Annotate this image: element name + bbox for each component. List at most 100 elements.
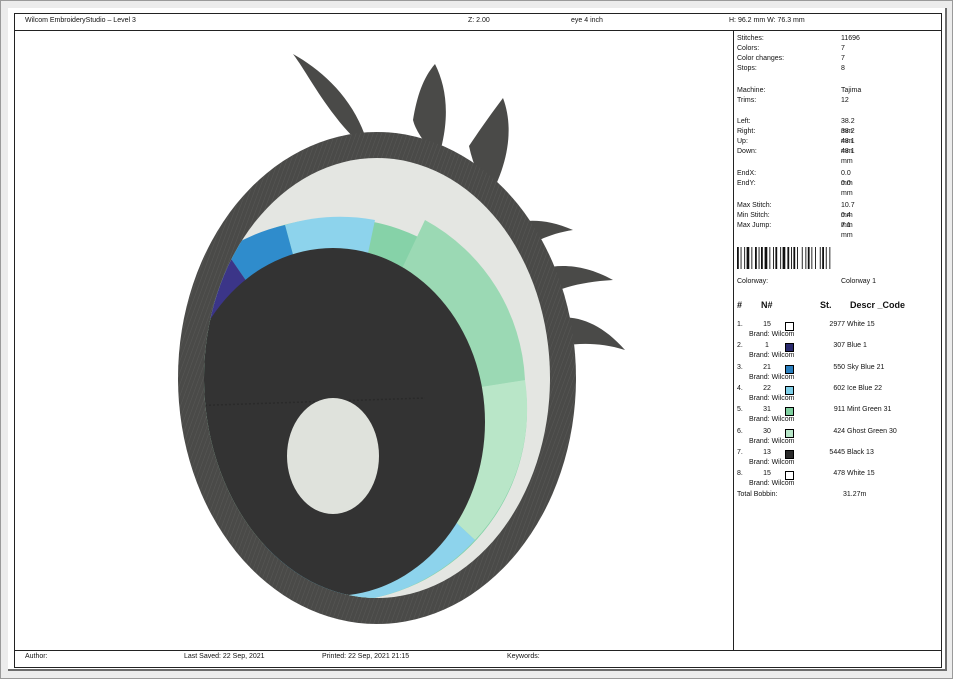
panel-divider [733,31,734,650]
thread-color-swatch [785,364,794,374]
zoom-level: Z: 2.00 [468,17,490,24]
stat-row: Trims: 12 [737,96,849,106]
thread-number: 31 [763,406,771,414]
stat-label: EndX: [737,170,757,177]
thread-row: 8. 15 478 White 15 Brand: Wilcom [737,470,941,491]
stat-row: Min Stitch: 0.4 mm [737,211,853,229]
thread-row: 1. 15 2977 White 15 Brand: Wilcom [737,321,941,342]
thread-brand: Brand: Wilcom [749,458,795,466]
stat-row: Max Stitch: 10.7 mm [737,201,855,219]
thread-stitches: 5445 [829,448,845,456]
stat-label: Up: [737,138,748,145]
thread-index: 8. [737,470,743,478]
stat-row: EndX: 0.0 mm [737,169,853,187]
stat-label: Min Stitch: [737,212,770,219]
last-saved: Last Saved: 22 Sep, 2021 [184,653,265,660]
footer-divider [15,650,941,651]
thread-row: 3. 21 550 Sky Blue 21 Brand: Wilcom [737,364,941,385]
stat-label: Machine: [737,87,766,94]
thread-index: 5. [737,406,743,414]
stat-label: Left: [737,118,751,125]
thread-brand: Brand: Wilcom [749,480,795,488]
stat-row: Right: 38.2 mm [737,127,855,145]
stat-value: 48.1 mm [841,148,855,165]
thread-number: 15 [763,321,771,328]
thread-number: 15 [763,470,771,478]
thread-number: 22 [763,384,771,392]
stat-label: Max Jump: [737,222,772,229]
thread-index: 4. [737,384,743,392]
stat-value: 8 [841,65,845,72]
stat-label: Color changes: [737,55,785,62]
stat-value: 7 [841,55,845,62]
thread-color-swatch [785,343,794,353]
thread-index: 1. [737,321,743,328]
printed-date: Printed: 22 Sep, 2021 21:15 [322,653,410,660]
col-header-descr: Descr _Code [850,300,906,310]
thread-number: 13 [763,448,771,456]
thread-description: Ice Blue 22 [847,384,883,392]
colorway-label: Colorway: [737,278,769,285]
col-header-n: N# [761,300,773,310]
production-worksheet: Wilcom EmbroideryStudio – Level 3 Z: 2.0… [14,13,942,668]
stat-value: 0.0 mm [841,180,853,197]
stat-row: Left: 38.2 mm [737,117,855,135]
stat-label: Stops: [737,65,757,72]
stat-value: 11696 [841,35,860,42]
thread-index: 2. [737,342,743,350]
colorway-value: Colorway 1 [841,278,877,285]
thread-index: 6. [737,427,743,435]
stat-row: Max Jump: 7.1 mm [737,221,853,239]
thread-number: 21 [763,363,771,371]
thread-index: 7. [737,448,743,456]
thread-description: Sky Blue 21 [847,363,885,371]
thread-stitches: 602 [833,384,845,392]
stat-row: Colors: 7 [737,44,845,54]
stat-value: 7 [841,45,845,52]
thread-brand: Brand: Wilcom [749,352,795,360]
thread-brand: Brand: Wilcom [749,373,795,381]
stat-value: 12 [841,97,849,104]
stat-value: Tajima [841,87,862,94]
app-title: Wilcom EmbroideryStudio – Level 3 [25,17,136,24]
thread-color-swatch [785,428,794,438]
thread-color-swatch [785,407,794,417]
thread-description: White 15 [847,470,875,478]
stat-label: Stitches: [737,35,764,42]
stat-label: Down: [737,148,757,155]
thread-brand: Brand: Wilcom [749,394,795,402]
thread-description: Ghost Green 30 [847,427,897,435]
stat-label: Right: [737,128,756,135]
thread-color-swatch [785,449,794,459]
embroidery-design-preview [178,54,625,624]
thread-index: 3. [737,363,743,371]
thread-stitches: 2977 [829,321,845,328]
thread-number: 30 [763,427,771,435]
thread-description: White 15 [847,321,875,328]
thread-brand: Brand: Wilcom [749,416,795,424]
stat-row: EndY: 0.0 mm [737,179,853,197]
author-field: Author: [25,653,48,660]
col-header-stitches: St. [820,300,832,310]
thread-stitches: 550 [833,363,845,371]
stat-row: Color changes: 7 [737,54,845,64]
thread-number: 1 [765,342,769,350]
stat-row: Stops: 8 [737,64,845,74]
total-bobbin-value: 31.27m [843,491,867,498]
design-name: eye 4 inch [571,17,603,24]
thread-description: Mint Green 31 [847,406,892,414]
stat-label: Trims: [737,97,757,104]
thread-brand: Brand: Wilcom [749,437,795,445]
thread-row: 7. 13 5445 Black 13 Brand: Wilcom [737,449,941,470]
header-divider [15,30,941,31]
stat-row: Down: 48.1 mm [737,147,855,165]
thread-row: 5. 31 911 Mint Green 31 Brand: Wilcom [737,406,941,427]
eye-highlight [287,398,379,514]
stat-row: Up: 48.1 mm [737,137,855,155]
stat-row: Machine: Tajima [737,86,861,96]
thread-brand: Brand: Wilcom [749,331,795,338]
total-bobbin-label: Total Bobbin: [737,491,778,498]
design-dimensions: H: 96.2 mm W: 76.3 mm [729,17,805,24]
col-header-index: # [737,300,743,310]
thread-row: 2. 1 307 Blue 1 Brand: Wilcom [737,342,941,363]
